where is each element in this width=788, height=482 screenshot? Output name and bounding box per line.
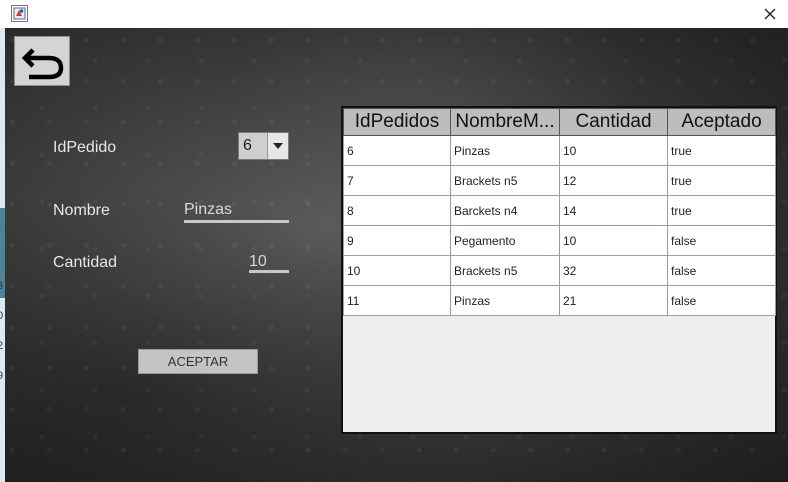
table-cell[interactable]: true (667, 135, 776, 166)
table-cell[interactable]: 8 (343, 195, 451, 226)
dropdown-arrow-icon[interactable] (267, 133, 288, 159)
close-icon (764, 8, 776, 20)
undo-arrow-icon (21, 48, 64, 80)
main-panel: IdPedido 6 Nombre Pinzas Cantidad 10 ACE… (5, 28, 788, 482)
table-row[interactable]: 10 Brackets n5 32 false (343, 255, 776, 286)
idpedido-combobox[interactable]: 6 (238, 132, 289, 160)
cantidad-field[interactable]: 10 (249, 253, 289, 273)
idpedido-label: IdPedido (53, 139, 117, 156)
table-cell[interactable]: Pegamento (450, 225, 560, 256)
table-cell[interactable]: 14 (559, 195, 668, 226)
table-cell[interactable]: 11 (343, 285, 451, 316)
table-row[interactable]: 9 Pegamento 10 false (343, 225, 776, 256)
table-cell[interactable]: Barckets n4 (450, 195, 560, 226)
table-cell[interactable]: Pinzas (450, 135, 560, 166)
table-cell[interactable]: 9 (343, 225, 451, 256)
back-button[interactable] (14, 36, 70, 86)
nombre-label: Nombre (53, 202, 110, 219)
table-cell[interactable]: 32 (559, 255, 668, 286)
background-row-number: 0 (0, 310, 4, 322)
table-cell[interactable]: Brackets n5 (450, 255, 560, 286)
table-cell[interactable]: 6 (343, 135, 451, 166)
cantidad-label: Cantidad (53, 254, 118, 271)
table-row[interactable]: 8 Barckets n4 14 true (343, 195, 776, 226)
table-cell[interactable]: true (667, 165, 776, 196)
background-row-number: 2 (0, 340, 4, 352)
table-row[interactable]: 11 Pinzas 21 false (343, 285, 776, 316)
table-cell[interactable]: Brackets n5 (450, 165, 560, 196)
table-cell[interactable]: true (667, 195, 776, 226)
column-header-cantidad[interactable]: Cantidad (559, 108, 668, 136)
column-header-idpedidos[interactable]: IdPedidos (343, 108, 451, 136)
table-cell[interactable]: 10 (559, 135, 668, 166)
table-cell[interactable]: false (667, 255, 776, 286)
window-title-bar (0, 0, 788, 28)
table-row[interactable]: 7 Brackets n5 12 true (343, 165, 776, 196)
table-cell[interactable]: 21 (559, 285, 668, 316)
idpedido-selected-value: 6 (243, 137, 252, 154)
close-button[interactable] (758, 2, 782, 26)
background-row-number: 9 (0, 370, 4, 382)
column-header-nombre[interactable]: NombreM... (450, 108, 560, 136)
table-cell[interactable]: 10 (559, 225, 668, 256)
pedidos-table[interactable]: IdPedidos NombreM... Cantidad Aceptado 6… (341, 106, 777, 434)
column-header-aceptado[interactable]: Aceptado (667, 108, 776, 136)
table-cell[interactable]: 10 (343, 255, 451, 286)
java-app-icon (11, 5, 28, 22)
nombre-field[interactable]: Pinzas (184, 201, 289, 223)
table-cell[interactable]: 7 (343, 165, 451, 196)
background-row-number: 3 (0, 280, 4, 292)
table-cell[interactable]: false (667, 285, 776, 316)
table-cell[interactable]: 12 (559, 165, 668, 196)
aceptar-button[interactable]: ACEPTAR (138, 349, 258, 374)
table-header-row: IdPedidos NombreM... Cantidad Aceptado (343, 108, 776, 136)
table-row[interactable]: 6 Pinzas 10 true (343, 135, 776, 166)
table-cell[interactable]: Pinzas (450, 285, 560, 316)
table-cell[interactable]: false (667, 225, 776, 256)
